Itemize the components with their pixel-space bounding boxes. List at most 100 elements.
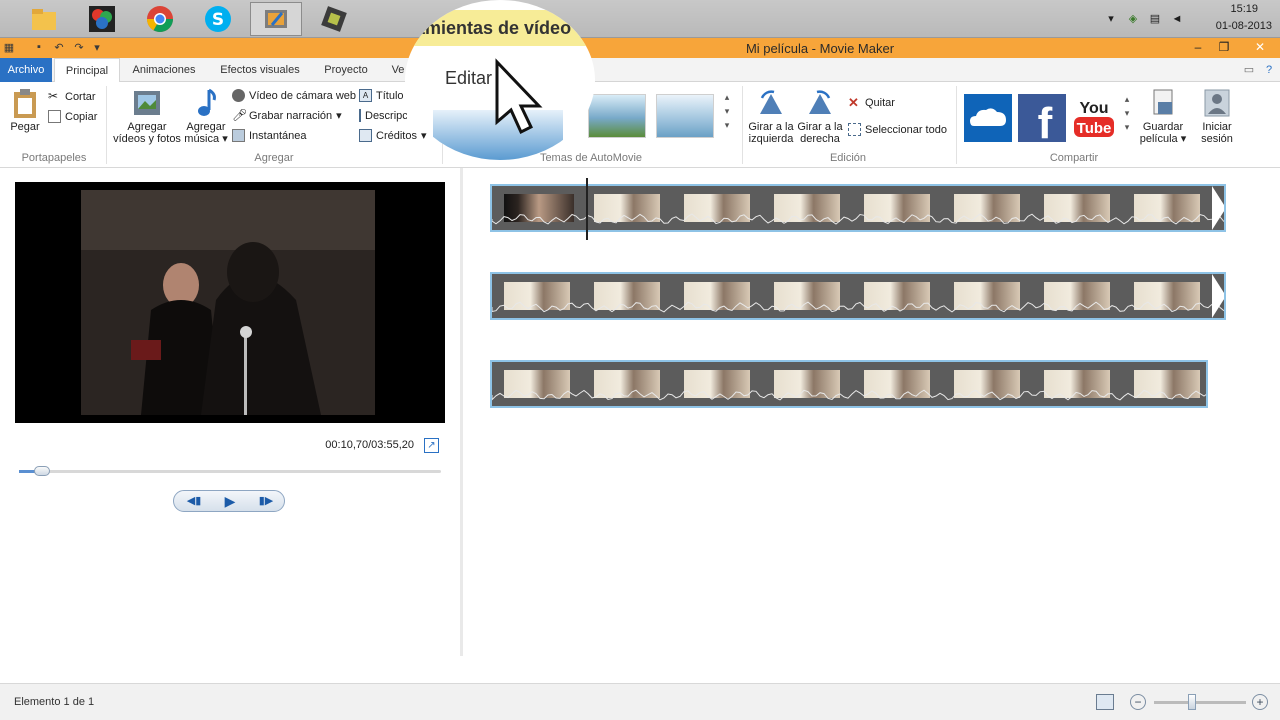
rotate-right-button[interactable]: Girar a la derecha bbox=[796, 88, 844, 145]
app-icon bbox=[321, 6, 347, 32]
chrome-taskbar-button[interactable] bbox=[134, 2, 186, 36]
other-app-taskbar-button[interactable] bbox=[308, 2, 360, 36]
concert-scene-image bbox=[81, 190, 375, 415]
storyboard-clip-row[interactable] bbox=[490, 272, 1226, 320]
maximize-button[interactable]: ❐ bbox=[1210, 38, 1238, 56]
tab-file[interactable]: Archivo bbox=[0, 58, 52, 82]
seek-bar-thumb[interactable] bbox=[34, 466, 50, 476]
select-all-label: Seleccionar todo bbox=[865, 123, 947, 136]
seek-bar[interactable] bbox=[19, 470, 441, 473]
copy-button[interactable]: Copiar bbox=[48, 110, 97, 123]
snapshot-icon bbox=[232, 129, 245, 142]
system-tray: ▾ ◈ ▤ ◄ 15:19 01-08-2013 bbox=[1090, 0, 1280, 38]
movie-maker-icon bbox=[265, 10, 287, 28]
minimize-button[interactable]: – bbox=[1184, 38, 1212, 56]
remove-label: Quitar bbox=[865, 96, 895, 109]
theme-gallery-scroll[interactable]: ▴ ▾ ▾ bbox=[722, 90, 732, 132]
clipboard-group-label: Portapapeles bbox=[21, 152, 87, 164]
shield-icon[interactable]: ◈ bbox=[1126, 12, 1140, 26]
automovie-theme-thumbnail[interactable] bbox=[588, 94, 646, 138]
zoom-out-button[interactable]: − bbox=[1130, 694, 1146, 710]
cut-button[interactable]: ✂ Cortar bbox=[48, 90, 96, 103]
close-button[interactable]: ✕ bbox=[1240, 38, 1280, 56]
sign-in-button[interactable]: Iniciar sesión bbox=[1194, 88, 1240, 145]
remove-button[interactable]: ✕ Quitar bbox=[848, 96, 895, 109]
video-tools-heading: amientas de vídeo bbox=[415, 18, 572, 38]
pane-divider[interactable] bbox=[460, 168, 463, 656]
add-group-label: Agregar bbox=[254, 152, 294, 164]
automovie-theme-thumbnail[interactable] bbox=[656, 94, 714, 138]
paste-button[interactable]: Pegar bbox=[6, 88, 44, 133]
remove-icon: ✕ bbox=[848, 95, 859, 110]
next-frame-icon: ▮▶ bbox=[258, 495, 274, 507]
chevron-down-icon: ▾ bbox=[336, 110, 342, 122]
movie-maker-taskbar-button[interactable] bbox=[250, 2, 302, 36]
video-preview[interactable] bbox=[15, 182, 445, 423]
music-note-icon bbox=[198, 88, 216, 116]
clock-time[interactable]: 15:19 bbox=[1198, 3, 1258, 15]
file-explorer-taskbar-button[interactable] bbox=[18, 2, 70, 36]
webcam-label: Vídeo de cámara web bbox=[249, 89, 357, 102]
clip-continuation-arrow bbox=[1212, 186, 1224, 230]
select-all-button[interactable]: Seleccionar todo bbox=[848, 123, 947, 136]
network-icon[interactable]: ▤ bbox=[1148, 12, 1162, 26]
record-narration-button[interactable]: 🎤︎ Grabar narración ▾ bbox=[232, 109, 342, 123]
chevron-down-icon: ▾ bbox=[420, 130, 427, 142]
snapshot-button[interactable]: Instantánea bbox=[232, 129, 307, 142]
user-icon bbox=[1204, 89, 1230, 117]
share-gallery-scroll[interactable]: ▴ ▾ ▾ bbox=[1122, 92, 1132, 134]
sign-in-label: Iniciar sesión bbox=[1201, 121, 1233, 145]
onedrive-share-button[interactable] bbox=[964, 94, 1012, 142]
storyboard-clip-row[interactable] bbox=[490, 184, 1226, 232]
save-movie-button[interactable]: Guardar película ▾ bbox=[1136, 88, 1190, 145]
youtube-share-button[interactable]: You Tube bbox=[1070, 94, 1118, 142]
next-frame-button[interactable]: ▮▶ bbox=[248, 491, 284, 511]
playhead[interactable] bbox=[586, 178, 588, 240]
add-videos-label: Agregar vídeos y fotos bbox=[113, 121, 181, 145]
photo-app-taskbar-button[interactable] bbox=[76, 2, 128, 36]
rotate-right-icon bbox=[809, 90, 831, 114]
rotate-left-button[interactable]: Girar a la izquierda bbox=[746, 88, 796, 145]
credits-label: Créditos bbox=[376, 129, 417, 142]
zoom-slider[interactable] bbox=[1154, 701, 1246, 704]
ribbon-minimize-icon[interactable]: ▭ bbox=[1242, 58, 1256, 82]
tab-visual-effects[interactable]: Efectos visuales bbox=[212, 58, 308, 82]
facebook-icon: f bbox=[1038, 99, 1053, 148]
caption-button[interactable]: Descripción bbox=[359, 109, 407, 122]
folder-icon bbox=[32, 9, 56, 30]
add-music-button[interactable]: Agregar música ▾ bbox=[184, 88, 228, 145]
narration-label: Grabar narración bbox=[249, 109, 333, 122]
snapshot-label: Instantánea bbox=[249, 129, 307, 142]
share-group-label: Compartir bbox=[1049, 152, 1099, 164]
title-icon: A bbox=[359, 89, 372, 102]
help-icon[interactable]: ? bbox=[1262, 58, 1276, 82]
window-title: Mi película - Movie Maker bbox=[745, 41, 895, 56]
storyboard-clip-row[interactable] bbox=[490, 360, 1208, 408]
chevron-up-icon[interactable]: ▾ bbox=[1104, 12, 1118, 26]
title-button[interactable]: A Título bbox=[359, 89, 404, 102]
storyboard-view-icon[interactable] bbox=[1096, 694, 1114, 710]
previous-frame-button[interactable]: ◀▮ bbox=[176, 491, 212, 511]
add-videos-button[interactable]: Agregar vídeos y fotos bbox=[112, 88, 182, 145]
tab-animations[interactable]: Animaciones bbox=[126, 58, 202, 82]
edit-tab-magnified[interactable]: Editar bbox=[445, 68, 492, 89]
zoom-slider-thumb[interactable] bbox=[1188, 694, 1196, 710]
tab-home[interactable]: Principal bbox=[54, 58, 120, 83]
title-label: Título bbox=[376, 89, 404, 102]
fullscreen-button[interactable]: ↗ bbox=[424, 438, 439, 453]
svg-text:f: f bbox=[1038, 99, 1053, 142]
clock-date[interactable]: 01-08-2013 bbox=[1202, 20, 1272, 32]
chevron-down-icon: ▾ bbox=[1180, 133, 1187, 145]
video-frame bbox=[81, 190, 375, 415]
tab-project[interactable]: Proyecto bbox=[318, 58, 374, 82]
volume-icon[interactable]: ◄ bbox=[1170, 12, 1184, 26]
clip-continuation-arrow bbox=[1212, 274, 1224, 318]
webcam-video-button[interactable]: Vídeo de cámara web bbox=[232, 89, 356, 102]
zoom-in-button[interactable]: + bbox=[1252, 694, 1268, 710]
facebook-share-button[interactable]: f bbox=[1018, 94, 1066, 148]
play-button[interactable]: ▶ bbox=[212, 491, 248, 511]
webcam-icon bbox=[232, 89, 245, 102]
ribbon: Pegar ✂ Cortar Copiar Portapapeles Agreg… bbox=[0, 82, 1280, 168]
skype-taskbar-button[interactable]: S bbox=[192, 2, 244, 36]
credits-button[interactable]: Créditos ▾ bbox=[359, 129, 427, 142]
